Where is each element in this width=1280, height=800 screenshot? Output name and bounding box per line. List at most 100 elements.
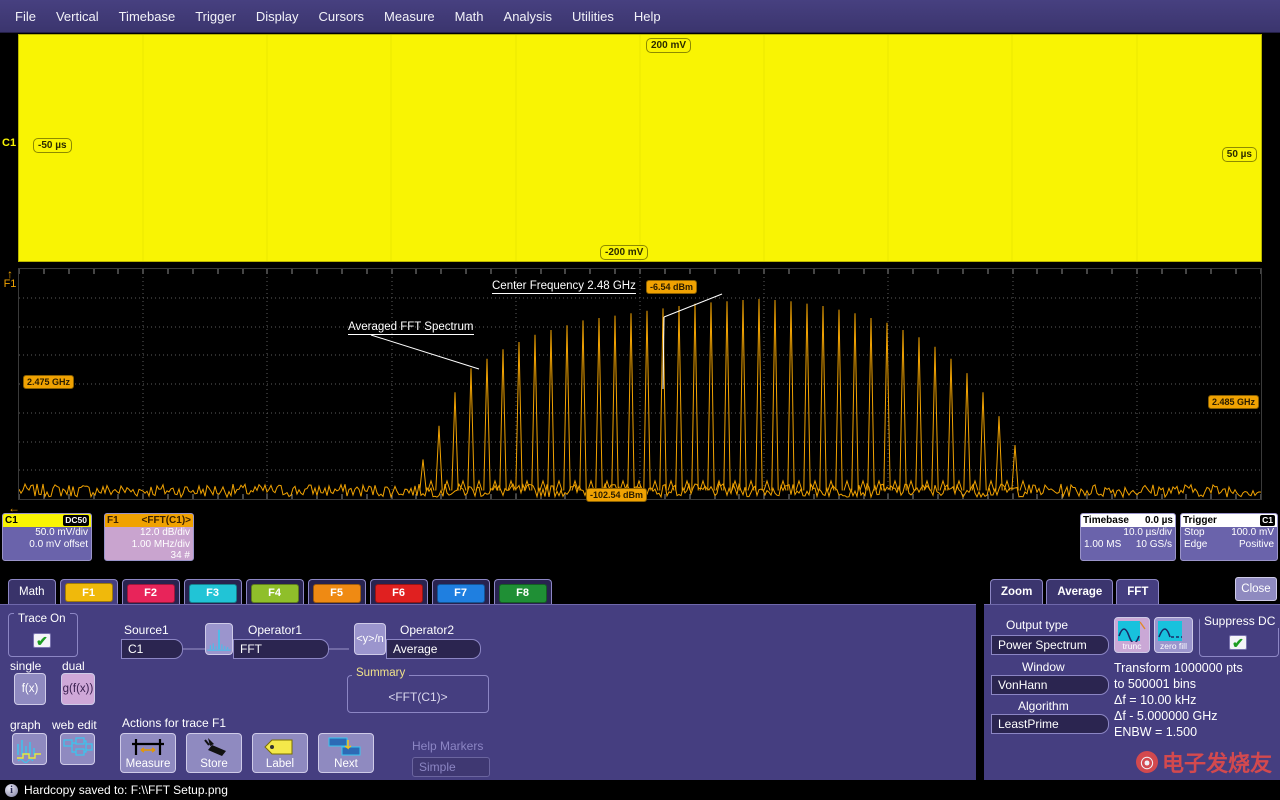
c1-left-time-badge[interactable]: -50 µs [33, 138, 72, 153]
dual-label: dual [62, 659, 85, 673]
fft-spectrum-icon [206, 624, 232, 653]
label-action-button[interactable]: Label [252, 733, 308, 773]
c1-top-level-badge[interactable]: 200 mV [646, 38, 691, 53]
f1-trace-label: F1 [3, 279, 17, 289]
tab-f7-button[interactable]: F7 [437, 584, 485, 603]
label-action-label: Label [266, 758, 294, 771]
tab-f3[interactable]: F3 [184, 579, 242, 604]
status-bar: i Hardcopy saved to: F:\\FFT Setup.png [0, 780, 1280, 800]
close-button[interactable]: Close [1235, 577, 1277, 601]
descriptor-timebase[interactable]: Timebase 0.0 µs 10.0 µs/div 1.00 MS 10 G… [1080, 513, 1176, 561]
operator1-operator2-connector [329, 643, 349, 655]
trunc-button[interactable]: trunc [1114, 617, 1150, 653]
tab-f2[interactable]: F2 [122, 579, 180, 604]
store-action-label: Store [200, 758, 228, 771]
descriptor-trigger-name: Trigger [1183, 515, 1217, 526]
descriptor-c1[interactable]: C1 DC50 50.0 mV/div 0.0 mV offset [2, 513, 92, 561]
descriptor-trigger-source[interactable]: C1 [1260, 515, 1275, 526]
tab-f4-button[interactable]: F4 [251, 584, 299, 603]
descriptor-f1[interactable]: F1 <FFT(C1)> 12.0 dB/div 1.00 MHz/div 34… [104, 513, 194, 561]
descriptor-c1-coupling[interactable]: DC50 [63, 515, 89, 526]
c1-waveform-grid[interactable]: -50 µs 50 µs 200 mV -200 mV [18, 34, 1262, 262]
output-type-label: Output type [1006, 618, 1068, 632]
trace-on-checkbox[interactable]: ✔ [33, 633, 51, 648]
operator1-field[interactable]: FFT [233, 639, 329, 659]
f1-left-freq-badge[interactable]: 2.475 GHz [23, 375, 74, 389]
tab-f5-button[interactable]: F5 [313, 584, 361, 603]
menu-item-analysis[interactable]: Analysis [495, 5, 561, 28]
descriptor-c1-name: C1 [5, 515, 18, 526]
tab-average[interactable]: Average [1046, 579, 1113, 604]
f1-fft-grid[interactable]: Center Frequency 2.48 GHz Averaged FFT S… [18, 268, 1262, 500]
web-edit-label: web edit [52, 718, 97, 732]
fft-info-line-5: ENBW = 1.500 [1114, 725, 1197, 741]
f1-top-level-badge[interactable]: -6.54 dBm [646, 280, 697, 294]
tab-math[interactable]: Math [8, 579, 56, 604]
tab-f6-button[interactable]: F6 [375, 584, 423, 603]
menu-item-help[interactable]: Help [625, 5, 670, 28]
menu-item-math[interactable]: Math [446, 5, 493, 28]
tab-f8-button[interactable]: F8 [499, 584, 547, 603]
c1-trace-indicator[interactable]: C1 [2, 137, 16, 149]
fft-info-line-4: Δf - 5.000000 GHz [1114, 709, 1218, 725]
graph-label: graph [10, 718, 41, 732]
tab-f1[interactable]: F1 [60, 579, 118, 604]
fft-preview-icon-button[interactable] [205, 623, 233, 655]
dual-gfx-button[interactable]: g(f(x)) [61, 673, 95, 705]
web-edit-button[interactable] [60, 733, 95, 765]
c1-bottom-level-badge[interactable]: -200 mV [600, 245, 648, 260]
info-icon: i [5, 784, 18, 797]
c1-right-time-badge[interactable]: 50 µs [1222, 147, 1257, 162]
descriptor-trigger[interactable]: Trigger C1 Stop 100.0 mV Edge Positive [1180, 513, 1278, 561]
menu-item-timebase[interactable]: Timebase [110, 5, 185, 28]
descriptor-f1-header: F1 <FFT(C1)> [105, 514, 193, 527]
measure-action-button[interactable]: Measure [120, 733, 176, 773]
summary-label: Summary [352, 667, 409, 679]
algorithm-field[interactable]: LeastPrime [991, 714, 1109, 734]
menu-item-vertical[interactable]: Vertical [47, 5, 108, 28]
tab-zoom[interactable]: Zoom [990, 579, 1043, 604]
tab-f4[interactable]: F4 [246, 579, 304, 604]
descriptor-trigger-type: Edge [1184, 539, 1207, 551]
tab-f3-button[interactable]: F3 [189, 584, 237, 603]
output-type-field[interactable]: Power Spectrum [991, 635, 1109, 655]
operator2-field[interactable]: Average [386, 639, 481, 659]
tab-f5[interactable]: F5 [308, 579, 366, 604]
tab-fft[interactable]: FFT [1116, 579, 1159, 604]
annotation-center-frequency: Center Frequency 2.48 GHz [492, 280, 636, 294]
tab-f8[interactable]: F8 [494, 579, 552, 604]
next-action-button[interactable]: Next [318, 733, 374, 773]
menu-item-measure[interactable]: Measure [375, 5, 444, 28]
menu-item-utilities[interactable]: Utilities [563, 5, 623, 28]
window-field[interactable]: VonHann [991, 675, 1109, 695]
tab-f6[interactable]: F6 [370, 579, 428, 604]
graph-button[interactable] [12, 733, 47, 765]
menu-item-cursors[interactable]: Cursors [310, 5, 374, 28]
f1-bottom-level-badge[interactable]: -102.54 dBm [586, 488, 647, 502]
measure-action-label: Measure [126, 758, 171, 771]
single-label: single [10, 659, 41, 673]
suppress-dc-label: Suppress DC [1200, 614, 1279, 628]
tab-f2-button[interactable]: F2 [127, 584, 175, 603]
store-action-button[interactable]: Store [186, 733, 242, 773]
menu-item-display[interactable]: Display [247, 5, 308, 28]
suppress-dc-checkbox[interactable]: ✔ [1229, 635, 1247, 650]
descriptor-timebase-sample-rate: 10 GS/s [1136, 539, 1172, 551]
menu-item-trigger[interactable]: Trigger [186, 5, 245, 28]
descriptor-f1-sweeps: 34 # [105, 550, 193, 561]
source1-field[interactable]: C1 [121, 639, 183, 659]
descriptor-timebase-time-div: 10.0 µs/div [1081, 527, 1175, 539]
single-fx-button[interactable]: f(x) [14, 673, 46, 705]
tab-f7[interactable]: F7 [432, 579, 490, 604]
f1-trace-indicator[interactable]: ↑ F1 [3, 270, 17, 289]
menu-item-file[interactable]: File [6, 5, 45, 28]
average-operator-icon-button[interactable]: <y>/n [354, 623, 386, 655]
zero-fill-button[interactable]: zero fill [1154, 617, 1193, 653]
f1-right-freq-badge[interactable]: 2.485 GHz [1208, 395, 1259, 409]
fft-info-line-2: to 500001 bins [1114, 677, 1196, 693]
descriptor-trigger-header: Trigger C1 [1181, 514, 1277, 527]
fft-plot-svg [19, 269, 1261, 499]
help-markers-field[interactable]: Simple [412, 757, 490, 777]
tab-f1-button[interactable]: F1 [65, 583, 113, 602]
label-tag-icon [260, 736, 300, 758]
